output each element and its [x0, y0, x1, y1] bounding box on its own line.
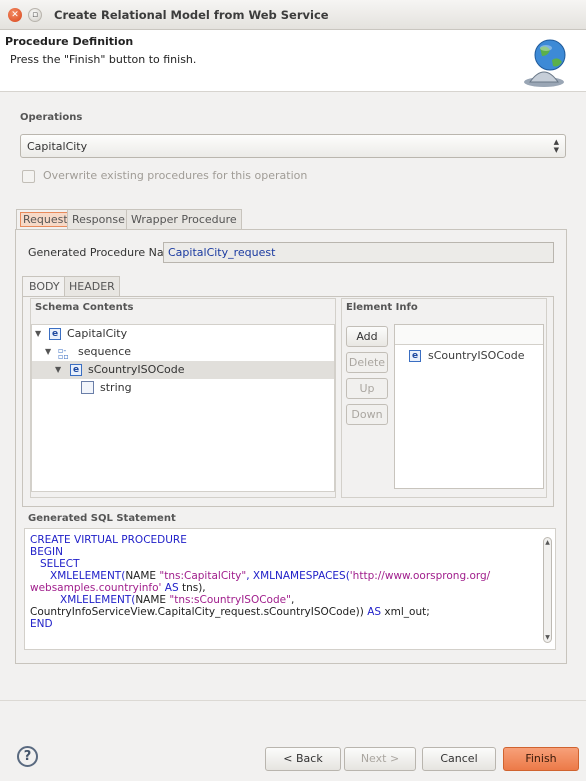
up-button[interactable]: Up [346, 378, 388, 399]
operations-combo[interactable]: CapitalCity ▲ ▼ [20, 134, 566, 158]
sql-label: Generated SQL Statement [28, 513, 176, 524]
tab-request[interactable]: Request [16, 209, 75, 229]
combo-arrows-icon: ▲ ▼ [553, 138, 559, 154]
subtab-body[interactable]: BODY [22, 276, 67, 296]
window-title: Create Relational Model from Web Service [54, 8, 329, 22]
element-icon: e [70, 364, 82, 376]
scroll-down-icon[interactable]: ▼ [544, 634, 551, 641]
sequence-icon: ▫-▫▫ [58, 346, 69, 361]
element-icon: e [409, 350, 421, 362]
footer-separator [0, 700, 586, 701]
element-icon: e [49, 328, 61, 340]
page-subtitle: Press the "Finish" button to finish. [10, 53, 197, 66]
expand-arrow-icon[interactable]: ▼ [45, 343, 51, 361]
wizard-header: Procedure Definition Press the "Finish" … [0, 30, 586, 92]
window-close-button[interactable]: ✕ [8, 8, 22, 22]
simple-type-icon [81, 381, 94, 394]
window-titlebar: ✕ ▫ Create Relational Model from Web Ser… [0, 0, 586, 30]
add-button[interactable]: Add [346, 326, 388, 347]
overwrite-checkbox[interactable] [22, 169, 35, 183]
cancel-button[interactable]: Cancel [422, 747, 496, 771]
tree-row-capitalcity[interactable]: ▼ e CapitalCity [32, 325, 334, 343]
list-item[interactable]: e sCountryISOCode [409, 347, 539, 365]
expand-arrow-icon[interactable]: ▼ [55, 361, 61, 379]
tree-row-sequence[interactable]: ▼ ▫-▫▫ sequence [32, 343, 334, 361]
back-button[interactable]: < Back [265, 747, 341, 771]
schema-tree[interactable]: ▼ e CapitalCity ▼ ▫-▫▫ sequence ▼ e sCou… [31, 324, 335, 492]
element-info-list[interactable]: e sCountryISOCode [394, 324, 544, 489]
tab-response[interactable]: Response [67, 209, 130, 229]
window-minimize-button[interactable]: ▫ [28, 8, 42, 22]
page-title: Procedure Definition [5, 35, 134, 48]
help-icon[interactable]: ? [17, 746, 38, 767]
down-button[interactable]: Down [346, 404, 388, 425]
delete-button[interactable]: Delete [346, 352, 388, 373]
finish-button[interactable]: Finish [503, 747, 579, 771]
expand-arrow-icon[interactable]: ▼ [35, 325, 41, 343]
next-button[interactable]: Next > [344, 747, 416, 771]
subtab-header[interactable]: HEADER [64, 276, 120, 296]
tree-row-scountryisocode[interactable]: ▼ e sCountryISOCode [32, 361, 334, 379]
tab-wrapper-procedure[interactable]: Wrapper Procedure [126, 209, 242, 229]
overwrite-label: Overwrite existing procedures for this o… [43, 169, 308, 182]
tree-row-string[interactable]: string [32, 379, 334, 397]
overwrite-row: Overwrite existing procedures for this o… [22, 169, 307, 185]
sql-scrollbar[interactable]: ▲ ▼ [543, 537, 552, 643]
sql-text-area[interactable]: CREATE VIRTUAL PROCEDURE BEGIN SELECT XM… [24, 528, 556, 650]
sql-statement: CREATE VIRTUAL PROCEDURE BEGIN SELECT XM… [30, 534, 491, 630]
globe-webservice-icon [524, 39, 566, 87]
generated-name-field[interactable]: CapitalCity_request [163, 242, 554, 263]
scroll-up-icon[interactable]: ▲ [544, 539, 551, 546]
operations-label: Operations [20, 112, 83, 123]
operations-selected: CapitalCity [27, 140, 88, 153]
element-info-label: Element Info [346, 302, 418, 313]
schema-contents-label: Schema Contents [35, 302, 134, 313]
list-header [395, 325, 543, 345]
generated-name-label: Generated Procedure Name [28, 246, 182, 259]
